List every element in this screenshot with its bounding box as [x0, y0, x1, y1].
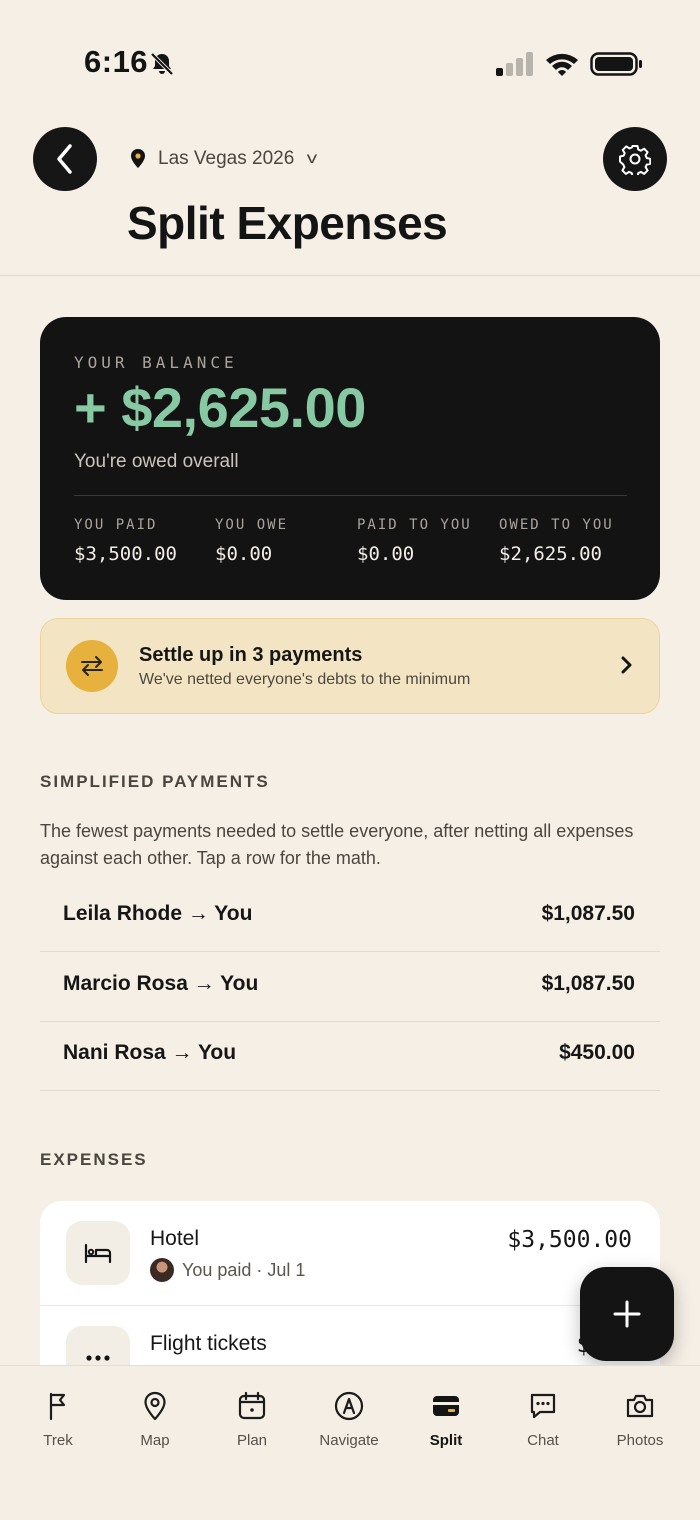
tab-chat[interactable]: Chat	[493, 1390, 593, 1449]
tab-label: Split	[429, 1432, 463, 1449]
stat-you-paid: YOU PAID $3,500.00	[74, 517, 177, 565]
chevron-left-icon	[57, 144, 72, 174]
stat-value: $3,500.00	[74, 543, 177, 565]
tab-plan[interactable]: Plan	[202, 1390, 302, 1449]
payment-row[interactable]: Nani Rosa → You $450.00	[40, 1021, 660, 1091]
bell-muted-icon	[150, 52, 174, 76]
tab-photos[interactable]: Photos	[590, 1390, 690, 1449]
settle-subtitle: We've netted everyone's debts to the min…	[139, 671, 471, 688]
swap-arrows-icon	[66, 640, 118, 692]
status-time: 6:16	[84, 44, 149, 79]
stat-label: OWED TO YOU	[499, 517, 614, 533]
stat-value: $0.00	[357, 543, 415, 565]
balance-divider	[74, 495, 627, 496]
status-bar: 6:16	[0, 0, 700, 110]
balance-subtitle: You're owed overall	[74, 451, 239, 472]
settle-title: Settle up in 3 payments	[139, 644, 363, 666]
camera-icon	[626, 1394, 654, 1418]
tab-label: Map	[140, 1432, 170, 1449]
expense-amount: $3,500.00	[507, 1227, 632, 1253]
tab-bar: Trek Map Plan Navigate Split Chat Photos	[0, 1365, 700, 1520]
payment-parties: Marcio Rosa → You	[63, 972, 259, 995]
cellular-signal-icon	[496, 52, 533, 76]
bed-icon	[66, 1221, 130, 1285]
payment-amount: $1,087.50	[541, 972, 635, 995]
wifi-icon	[546, 53, 578, 76]
tab-label: Chat	[527, 1432, 559, 1449]
payment-parties: Leila Rhode → You	[63, 902, 253, 925]
expenses-heading: EXPENSES	[40, 1150, 148, 1169]
plus-icon	[613, 1300, 641, 1328]
simplified-payments-description: The fewest payments needed to settle eve…	[40, 821, 634, 868]
flag-icon	[49, 1392, 66, 1421]
expense-payer-date: You paid · Jul 1	[182, 1259, 306, 1280]
wallet-icon	[433, 1396, 459, 1416]
add-expense-button[interactable]	[580, 1267, 674, 1361]
tab-trek[interactable]: Trek	[8, 1390, 108, 1449]
payment-parties: Nani Rosa → You	[63, 1041, 237, 1064]
map-pin-icon	[144, 1391, 166, 1421]
stat-paid-to-you: PAID TO YOU $0.00	[357, 517, 472, 565]
tab-navigate[interactable]: Navigate	[299, 1390, 399, 1449]
chevron-right-icon	[621, 656, 632, 674]
expense-title: Flight tickets	[150, 1332, 267, 1355]
tab-split[interactable]: Split	[396, 1390, 496, 1449]
map-pin-icon	[131, 149, 145, 168]
tab-label: Navigate	[319, 1432, 379, 1449]
tab-label: Trek	[43, 1432, 73, 1449]
chat-icon	[530, 1393, 556, 1419]
balance-card: YOUR BALANCE + $2,625.00 You're owed ove…	[40, 317, 660, 600]
settings-button[interactable]	[603, 127, 667, 191]
expense-meta: You paid · Jul 1	[150, 1258, 305, 1282]
tab-map[interactable]: Map	[105, 1390, 205, 1449]
simplified-payments-heading: SIMPLIFIED PAYMENTS	[40, 772, 270, 791]
battery-icon	[590, 52, 642, 76]
stat-label: YOU PAID	[74, 517, 158, 533]
gear-icon	[619, 145, 651, 175]
tab-label: Plan	[236, 1432, 268, 1449]
expense-title: Hotel	[150, 1227, 200, 1250]
payment-row[interactable]: Leila Rhode → You $1,087.50	[40, 882, 660, 952]
settle-up-banner[interactable]: Settle up in 3 payments We've netted eve…	[40, 618, 660, 714]
stat-owed-to-you: OWED TO YOU $2,625.00	[499, 517, 614, 565]
stat-label: PAID TO YOU	[357, 517, 472, 533]
payment-amount: $450.00	[559, 1041, 635, 1064]
tab-label: Photos	[616, 1432, 664, 1449]
balance-label: YOUR BALANCE	[74, 353, 238, 372]
calendar-icon	[238, 1391, 266, 1420]
stat-value: $0.00	[215, 543, 273, 565]
chevron-down-icon: v	[307, 150, 318, 167]
trip-selector[interactable]: Las Vegas 2026 v	[128, 144, 318, 174]
navigate-icon	[334, 1391, 364, 1421]
avatar	[150, 1258, 174, 1282]
stat-label: YOU OWE	[215, 517, 289, 533]
stat-value: $2,625.00	[499, 543, 602, 565]
balance-amount: + $2,625.00	[74, 376, 366, 439]
stat-you-owe: YOU OWE $0.00	[215, 517, 288, 565]
trip-name: Las Vegas 2026	[158, 148, 295, 169]
expense-row[interactable]: Hotel You paid · Jul 1 $3,500.00	[40, 1201, 660, 1305]
back-button[interactable]	[33, 127, 97, 191]
header-divider	[0, 275, 700, 276]
payment-amount: $1,087.50	[541, 902, 635, 925]
payment-row[interactable]: Marcio Rosa → You $1,087.50	[40, 952, 660, 1022]
page-title: Split Expenses	[127, 197, 448, 249]
